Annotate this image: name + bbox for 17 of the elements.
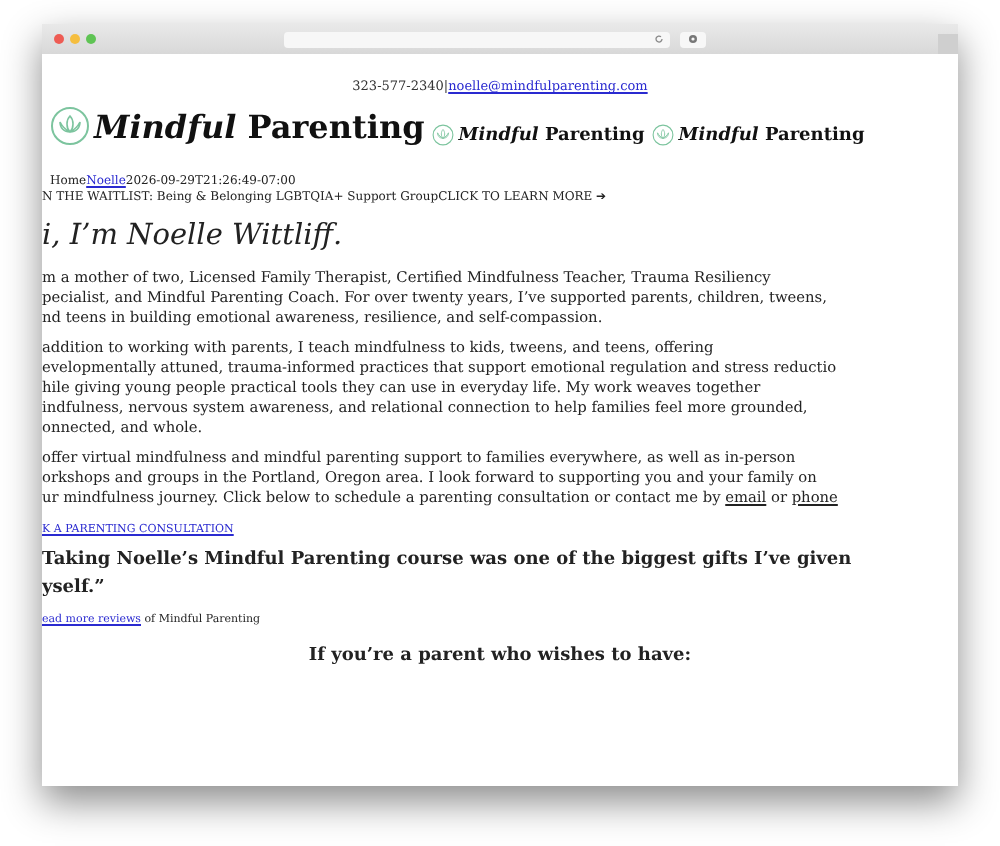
maximize-icon[interactable] bbox=[86, 34, 96, 44]
logo[interactable]: Mindful Parenting bbox=[432, 124, 645, 146]
minimize-icon[interactable] bbox=[70, 34, 80, 44]
settings-icon bbox=[688, 34, 698, 44]
page-heading: i, I’m Noelle Wittliff. bbox=[42, 220, 345, 252]
lotus-icon bbox=[432, 124, 455, 146]
testimonial-quote: Taking Noelle’s Mindful Parenting course was one of the biggest gifts I’ve given bbox=[42, 548, 854, 574]
new-tab-button[interactable] bbox=[938, 34, 958, 54]
close-icon[interactable] bbox=[54, 34, 64, 44]
reload-icon[interactable] bbox=[654, 34, 664, 44]
settings-button[interactable] bbox=[680, 31, 706, 47]
lotus-icon bbox=[50, 106, 90, 146]
lotus-icon bbox=[652, 124, 675, 146]
logo[interactable]: Mindful Parenting bbox=[50, 106, 425, 146]
testimonial-quote: yself.” bbox=[42, 576, 107, 602]
section-heading: If you’re a parent who wishes to have: bbox=[306, 646, 694, 666]
logo[interactable]: Mindful Parenting bbox=[652, 124, 865, 146]
